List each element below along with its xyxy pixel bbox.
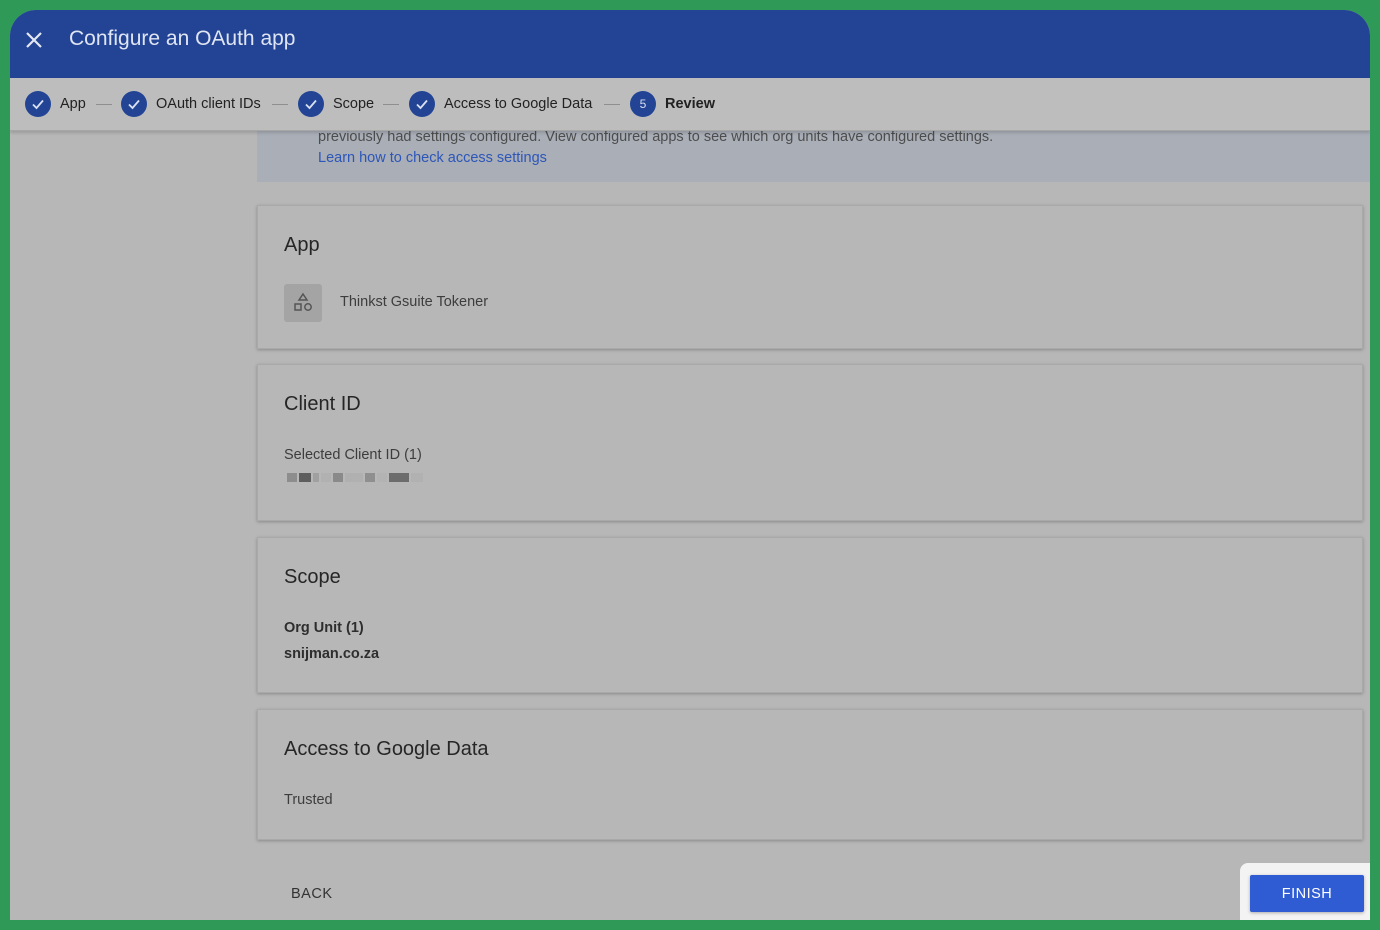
- step-connector: [604, 104, 620, 105]
- step-label: Scope: [333, 96, 375, 112]
- step-access-to-google-data[interactable]: Access to Google Data: [409, 91, 592, 117]
- step-label: OAuth client IDs: [156, 96, 261, 112]
- check-icon: [409, 91, 435, 117]
- info-banner: previously had settings configured. View…: [257, 128, 1370, 182]
- app-card: App Thinkst Gsuite Tokener: [257, 205, 1363, 349]
- card-heading: Access to Google Data: [284, 738, 489, 760]
- check-icon: [25, 91, 51, 117]
- step-label: Access to Google Data: [444, 96, 593, 112]
- check-icon: [121, 91, 147, 117]
- dialog-title: Configure an OAuth app: [69, 27, 296, 50]
- client-id-card: Client ID Selected Client ID (1): [257, 364, 1363, 521]
- redacted-client-id: [287, 473, 423, 483]
- step-label: App: [60, 96, 86, 112]
- step-oauth-client-ids[interactable]: OAuth client IDs: [121, 91, 261, 117]
- card-heading: Client ID: [284, 393, 361, 415]
- card-heading: App: [284, 234, 320, 256]
- card-heading: Scope: [284, 566, 341, 588]
- finish-button[interactable]: FINISH: [1250, 875, 1364, 912]
- app-name: Thinkst Gsuite Tokener: [340, 294, 489, 310]
- finish-highlight: FINISH: [1240, 863, 1370, 920]
- learn-more-link[interactable]: Learn how to check access settings: [318, 150, 547, 166]
- back-button[interactable]: BACK: [291, 886, 333, 902]
- stepper: App OAuth client IDs Scope Access to Goo…: [10, 78, 1370, 131]
- dialog-window: Configure an OAuth app App OAuth client …: [10, 10, 1370, 920]
- access-value: Trusted: [284, 792, 333, 808]
- step-number-badge: 5: [630, 91, 656, 117]
- banner-text: previously had settings configured. View…: [318, 129, 994, 145]
- step-review[interactable]: 5 Review: [630, 91, 715, 117]
- step-connector: [383, 104, 399, 105]
- scope-card: Scope Org Unit (1) snijman.co.za: [257, 537, 1363, 693]
- access-card: Access to Google Data Trusted: [257, 709, 1363, 840]
- check-icon: [298, 91, 324, 117]
- step-app[interactable]: App: [25, 91, 86, 117]
- close-icon[interactable]: [24, 30, 44, 50]
- step-scope[interactable]: Scope: [298, 91, 374, 117]
- app-shapes-icon: [284, 284, 322, 322]
- dialog-header: Configure an OAuth app: [10, 10, 1370, 78]
- step-connector: [272, 104, 288, 105]
- client-id-label: Selected Client ID (1): [284, 447, 422, 463]
- step-connector: [96, 104, 112, 105]
- org-unit-label: Org Unit (1): [284, 620, 364, 636]
- org-unit-value: snijman.co.za: [284, 646, 380, 662]
- step-label: Review: [665, 96, 715, 112]
